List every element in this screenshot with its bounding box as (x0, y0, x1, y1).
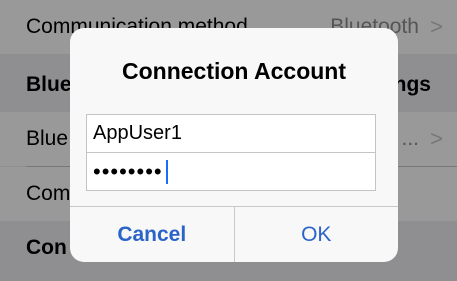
text-caret (165, 160, 168, 184)
cancel-button[interactable]: Cancel (70, 207, 235, 262)
username-value: AppUser1 (93, 122, 182, 144)
password-value: •••••••• (93, 159, 163, 184)
dialog-title: Connection Account (121, 58, 347, 84)
username-field[interactable]: AppUser1 (87, 115, 375, 153)
dialog-button-bar: Cancel OK (70, 206, 398, 262)
ok-button[interactable]: OK (235, 207, 399, 262)
credential-fields: AppUser1 •••••••• (86, 114, 376, 191)
password-field[interactable]: •••••••• (87, 153, 375, 191)
connection-account-dialog: Connection Account AppUser1 •••••••• Can… (70, 28, 398, 262)
